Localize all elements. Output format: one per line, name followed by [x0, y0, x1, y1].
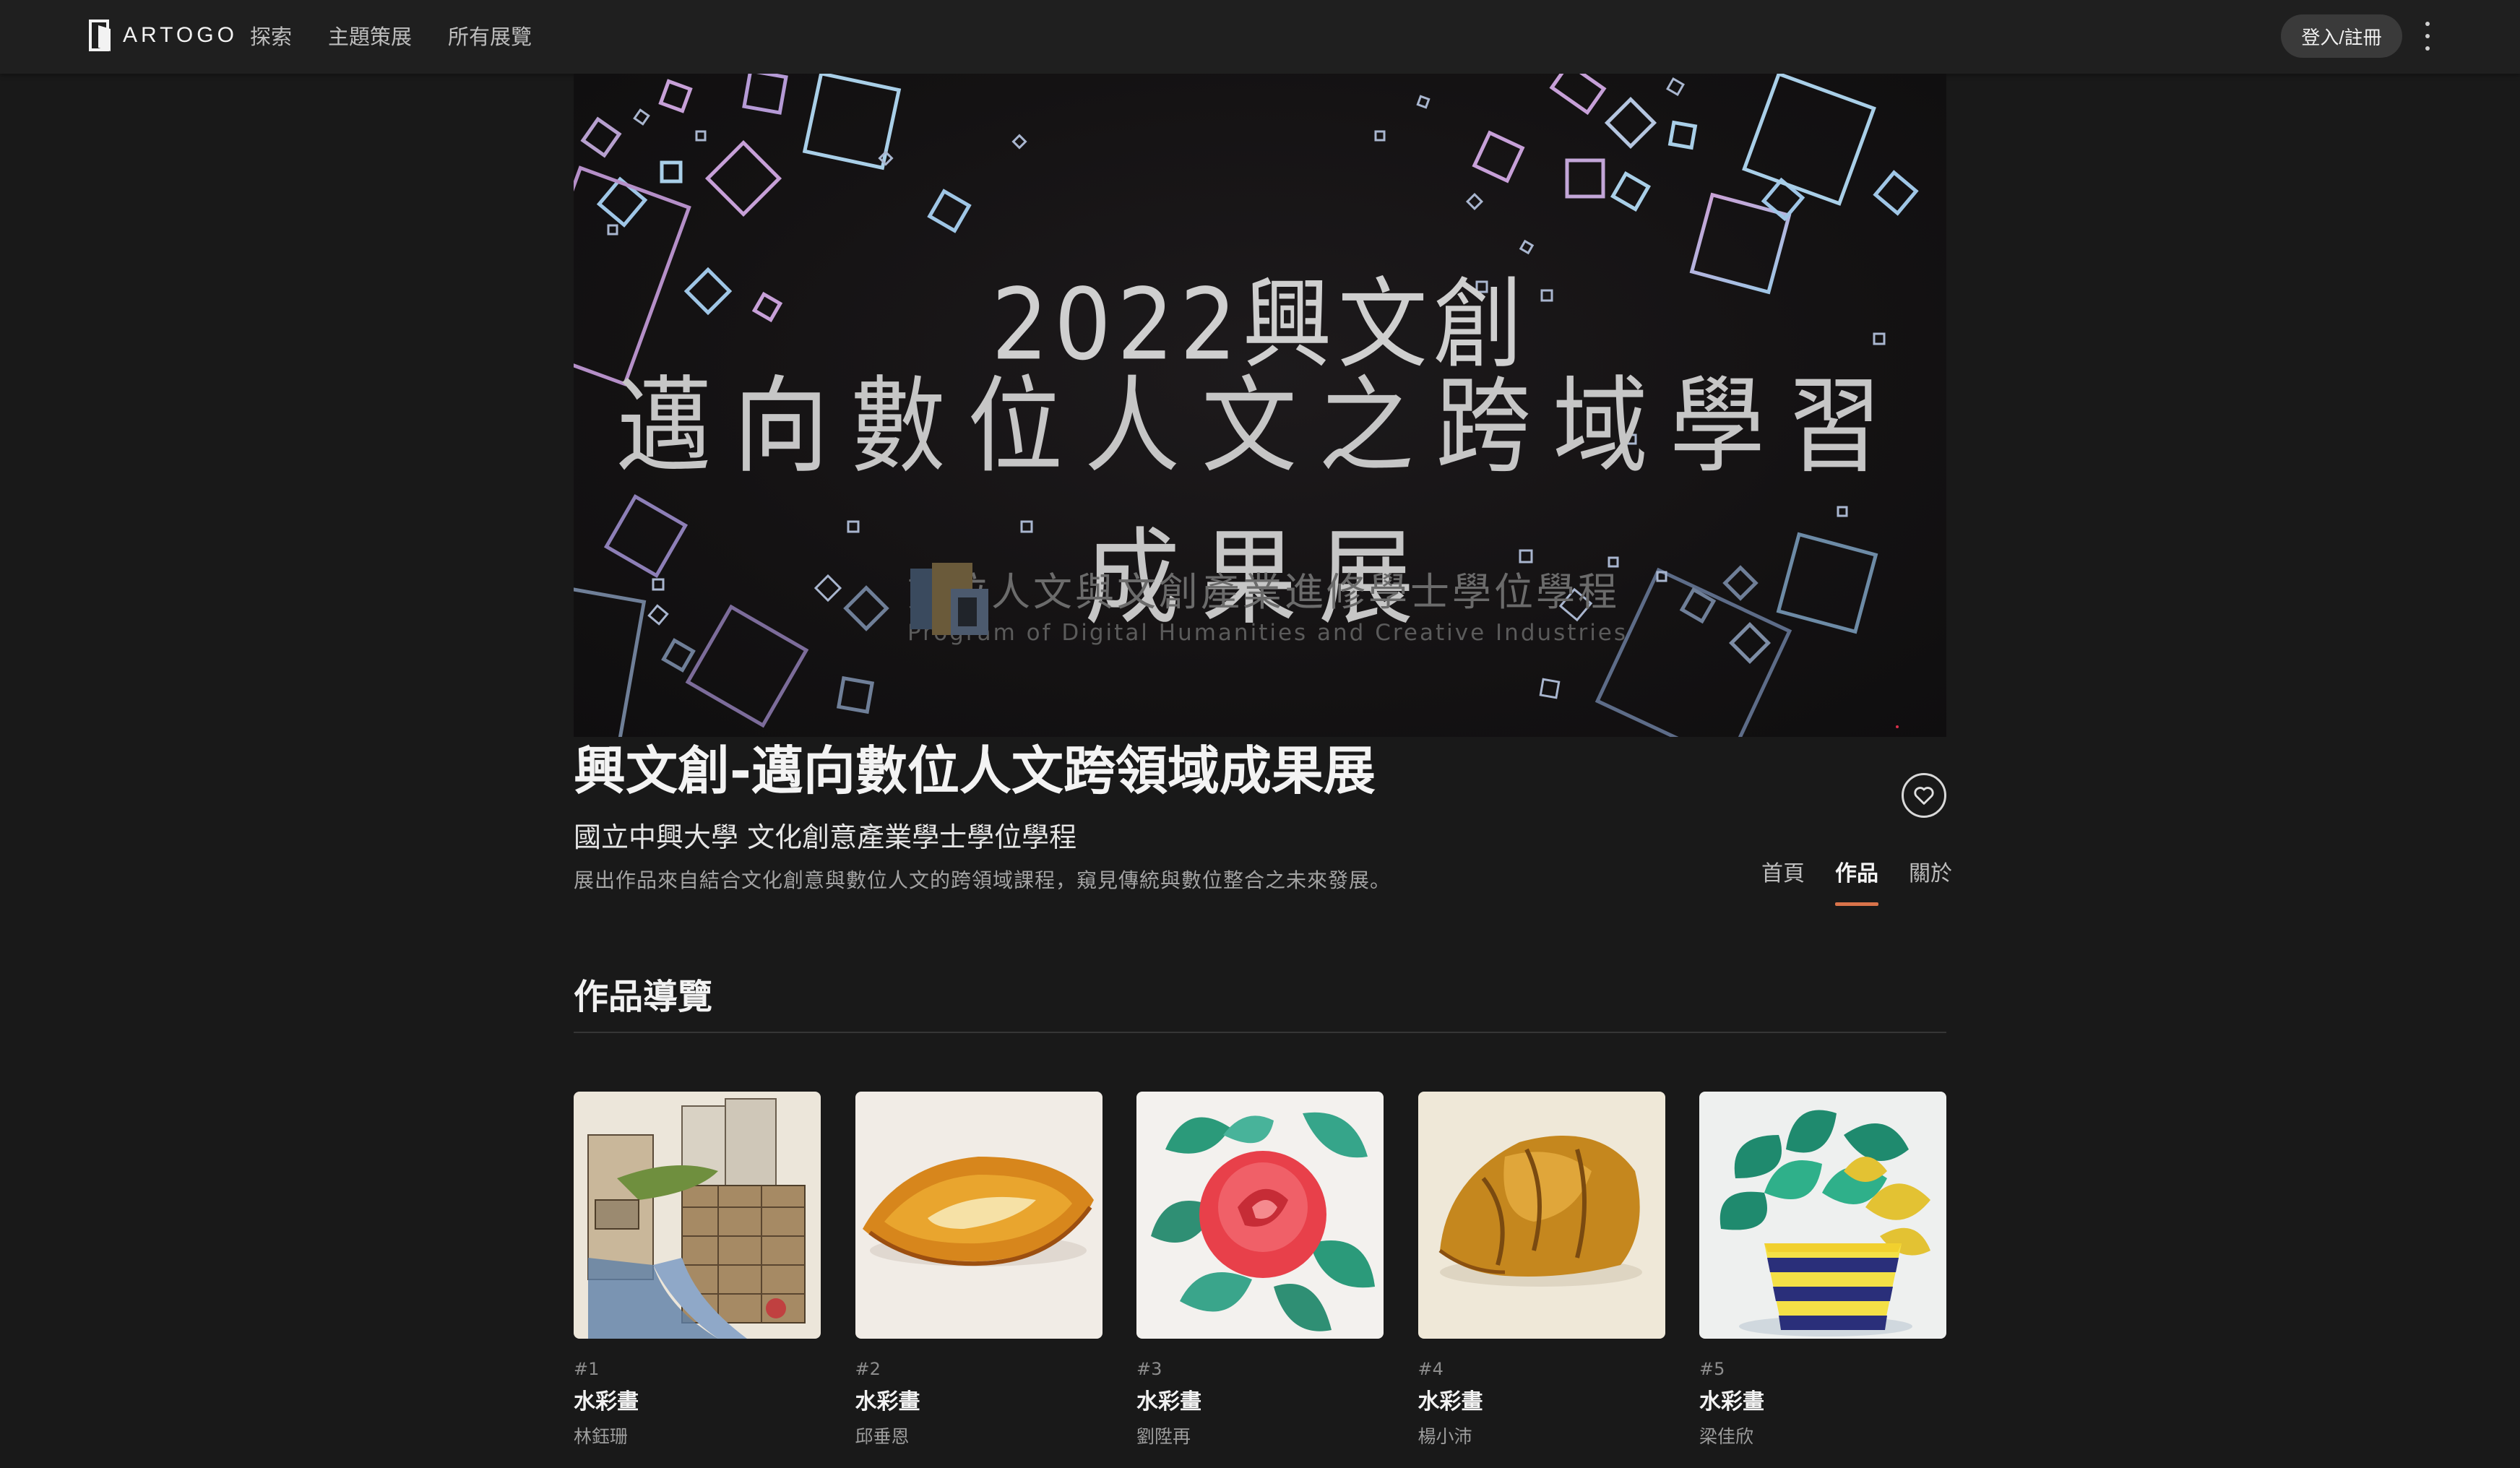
- banner-org-english-name: Program of Digital Humanities and Creati…: [907, 620, 1628, 646]
- artogo-logo[interactable]: ARTOGO: [88, 19, 238, 52]
- favorite-button[interactable]: [1902, 773, 1946, 818]
- work-thumbnail-croissant[interactable]: [1418, 1092, 1665, 1339]
- banner-org-chinese-name: 數位人文與文創產業進修學士學位學程: [907, 569, 1620, 615]
- work-artist: 劉陞再: [1136, 1426, 1191, 1447]
- work-number: #1: [574, 1359, 600, 1379]
- heart-icon: [1914, 787, 1934, 805]
- tab-works[interactable]: 作品: [1835, 855, 1878, 906]
- banner-organization: 數位人文與文創產業進修學士學位學程 Program of Digital Hum…: [907, 560, 1628, 646]
- exhibition-description: 展出作品來自結合文化創意與數位人文的跨領域課程，窺見傳統與數位整合之未來發展。: [574, 868, 1391, 892]
- tab-home[interactable]: 首頁: [1761, 855, 1805, 906]
- work-thumbnail-bread[interactable]: [855, 1092, 1102, 1339]
- work-artist: 邱垂恩: [855, 1426, 910, 1447]
- work-number: #2: [855, 1359, 881, 1379]
- work-title[interactable]: 水彩畫: [574, 1383, 821, 1415]
- tab-about[interactable]: 關於: [1909, 855, 1952, 906]
- work-title[interactable]: 水彩畫: [855, 1383, 1102, 1415]
- section-divider: [574, 1032, 1946, 1033]
- nav-item-curated-themes[interactable]: 主題策展: [328, 20, 412, 51]
- work-thumbnail-potted-plant[interactable]: [1699, 1092, 1946, 1339]
- work-card[interactable]: #2 水彩畫 邱垂恩: [855, 1092, 1102, 1448]
- more-vertical-icon[interactable]: [2419, 19, 2436, 53]
- work-thumbnail-street-sketch[interactable]: [574, 1092, 821, 1339]
- work-card[interactable]: #1 水彩畫 林鈺珊: [574, 1092, 821, 1448]
- exhibition-banner: 2022興文創 邁向數位人文之跨域學習成果展 數位人文與文創產業進修學士學位學程…: [574, 74, 1946, 737]
- exhibition-organizer[interactable]: 國立中興大學 文化創意產業學士學位學程: [574, 815, 1076, 855]
- program-logo-icon: [910, 563, 988, 635]
- work-number: #4: [1418, 1359, 1444, 1379]
- top-navigation-bar: ARTOGO 探索 主題策展 所有展覽 登入/註冊: [0, 0, 2520, 74]
- main-nav: 探索 主題策展 所有展覽: [250, 20, 532, 51]
- works-section-title: 作品導覽: [574, 977, 713, 1017]
- work-card[interactable]: #4 水彩畫 楊小沛: [1418, 1092, 1665, 1448]
- nav-item-all-exhibitions[interactable]: 所有展覽: [448, 20, 532, 51]
- artogo-logo-icon: [89, 20, 111, 51]
- work-number: #3: [1136, 1359, 1162, 1379]
- work-artist: 林鈺珊: [574, 1426, 629, 1447]
- work-card[interactable]: #3 水彩畫 劉陞再: [1136, 1092, 1384, 1448]
- work-number: #5: [1699, 1359, 1725, 1379]
- work-title[interactable]: 水彩畫: [1418, 1383, 1665, 1415]
- work-card[interactable]: #5 水彩畫 梁佳欣: [1699, 1092, 1946, 1448]
- decorative-dot: [1896, 725, 1899, 728]
- work-artist: 梁佳欣: [1699, 1426, 1754, 1447]
- work-thumbnail-rose[interactable]: [1136, 1092, 1384, 1339]
- work-artist: 楊小沛: [1418, 1426, 1472, 1447]
- work-title[interactable]: 水彩畫: [1136, 1383, 1384, 1415]
- exhibition-tabs: 首頁 作品 關於: [1761, 855, 1952, 906]
- works-grid: #1 水彩畫 林鈺珊 #2 水彩畫 邱垂恩 #3 水彩畫 劉陞再 #4 水彩畫 …: [574, 1092, 1946, 1448]
- login-register-button[interactable]: 登入/註冊: [2281, 14, 2402, 58]
- work-title[interactable]: 水彩畫: [1699, 1383, 1946, 1415]
- exhibition-title: 興文創-邁向數位人文跨領域成果展: [574, 741, 1376, 801]
- brand-name: ARTOGO: [123, 23, 238, 47]
- nav-item-explore[interactable]: 探索: [250, 20, 292, 51]
